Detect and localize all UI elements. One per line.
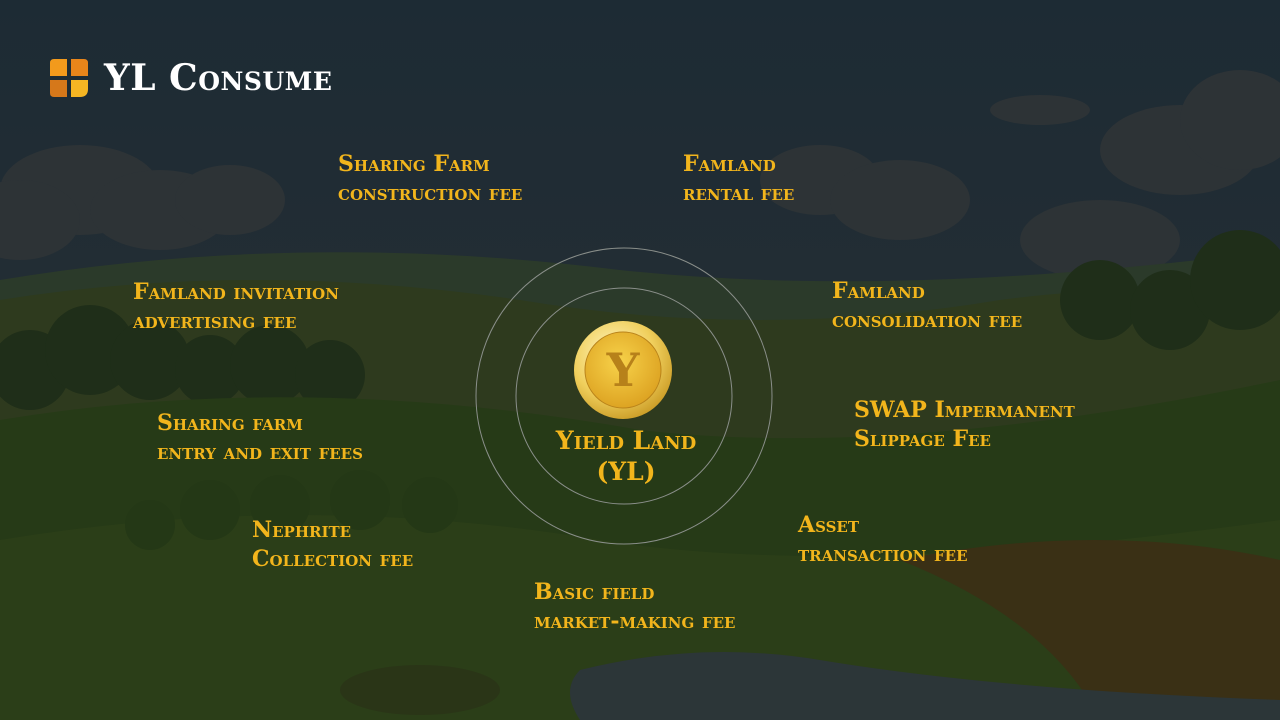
fee-line2: advertising fee bbox=[133, 308, 297, 334]
fee-sharing-farm-entry-exit: Sharing farm entry and exit fees bbox=[157, 409, 363, 467]
fee-swap-slippage: SWAP Impermanent Slippage Fee bbox=[854, 396, 1075, 454]
fee-line1: Famland bbox=[832, 278, 925, 304]
fee-line2: entry and exit fees bbox=[157, 439, 363, 465]
fee-line1: Asset bbox=[798, 512, 859, 538]
page-title: YL Consume bbox=[104, 57, 333, 99]
fee-asset-transaction: Asset transaction fee bbox=[798, 511, 968, 569]
yl-coin-icon: Y bbox=[574, 321, 672, 419]
coin-letter: Y bbox=[606, 343, 641, 397]
fee-line1: Famland bbox=[683, 151, 776, 177]
center-ticker: (YL) bbox=[596, 457, 656, 486]
fee-line1: Sharing farm bbox=[157, 410, 303, 436]
fee-famland-consolidation: Famland consolidation fee bbox=[832, 277, 1022, 335]
fee-line1: Nephrite bbox=[252, 517, 352, 543]
fee-line2: Collection fee bbox=[252, 546, 414, 572]
fee-line2: rental fee bbox=[683, 180, 795, 206]
logo-icon bbox=[50, 59, 88, 97]
fee-nephrite-collection: Nephrite Collection fee bbox=[252, 516, 413, 574]
fee-line2: transaction fee bbox=[798, 541, 968, 567]
fee-line1: Famland invitation bbox=[133, 279, 339, 305]
fee-basic-field-market-making: Basic field market-making fee bbox=[534, 578, 735, 636]
fee-sharing-farm-construction: Sharing Farm construction fee bbox=[338, 150, 522, 208]
fee-line2: Slippage Fee bbox=[854, 426, 991, 452]
fee-famland-invitation-advertising: Famland invitation advertising fee bbox=[133, 278, 339, 336]
fee-line2: construction fee bbox=[338, 180, 523, 206]
center-name: Yield Land bbox=[555, 426, 697, 455]
fee-line1: Sharing Farm bbox=[338, 151, 490, 177]
fee-line2: market-making fee bbox=[534, 608, 736, 634]
fee-line2: consolidation fee bbox=[832, 307, 1023, 333]
fee-line1: SWAP Impermanent bbox=[854, 397, 1075, 423]
center-label: Yield Land (YL) bbox=[526, 425, 726, 487]
fee-famland-rental: Famland rental fee bbox=[683, 150, 794, 208]
fee-line1: Basic field bbox=[534, 579, 655, 605]
